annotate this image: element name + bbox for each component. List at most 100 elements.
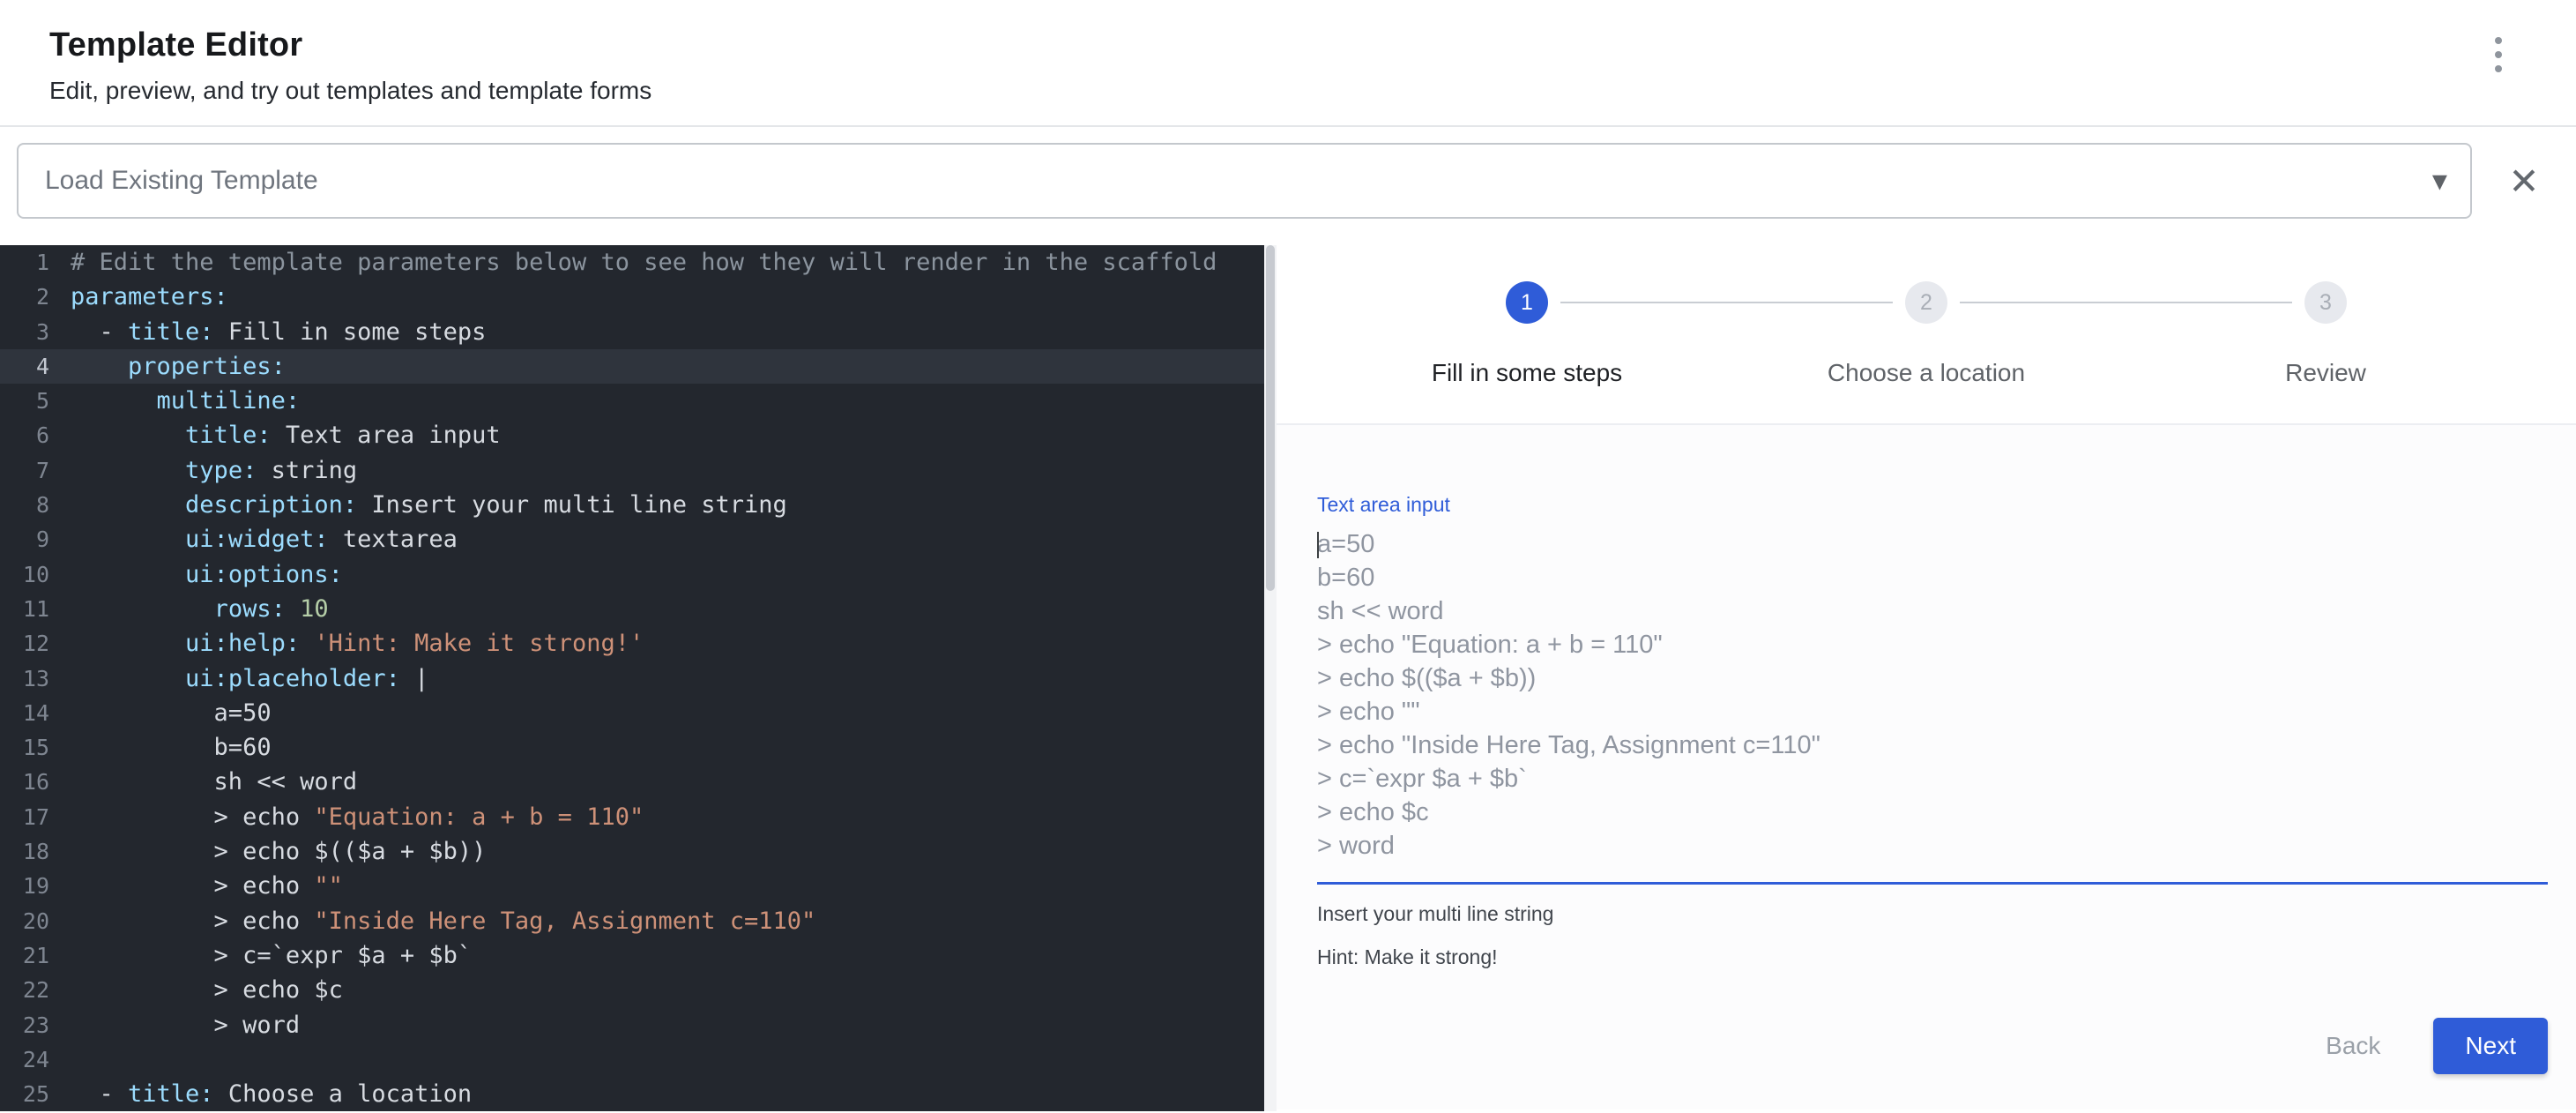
back-button[interactable]: Back xyxy=(2320,1031,2386,1061)
code-text: > echo "" xyxy=(49,869,343,903)
line-number: 19 xyxy=(0,869,49,903)
code-line[interactable]: 19 > echo "" xyxy=(0,869,1264,903)
clear-template-button[interactable]: ✕ xyxy=(2472,143,2576,219)
code-text: parameters: xyxy=(49,280,228,314)
code-text: ui:widget: textarea xyxy=(49,522,458,556)
step-label: Review xyxy=(2285,359,2366,387)
code-line[interactable]: 2parameters: xyxy=(0,280,1264,314)
code-line[interactable]: 15 b=60 xyxy=(0,730,1264,765)
line-number: 24 xyxy=(0,1042,49,1077)
step-connector xyxy=(1560,302,1893,303)
code-line[interactable]: 7 type: string xyxy=(0,453,1264,488)
line-number: 15 xyxy=(0,730,49,765)
code-editor[interactable]: 1# Edit the template parameters below to… xyxy=(0,245,1264,1111)
field-label: Text area input xyxy=(1317,493,2548,517)
next-button[interactable]: Next xyxy=(2433,1018,2548,1074)
code-text: a=50 xyxy=(49,696,272,730)
code-line[interactable]: 9 ui:widget: textarea xyxy=(0,522,1264,556)
code-text: ui:placeholder: | xyxy=(49,661,428,696)
code-line[interactable]: 17 > echo "Equation: a + b = 110" xyxy=(0,800,1264,834)
code-line[interactable]: 18 > echo $(($a + $b)) xyxy=(0,834,1264,869)
line-number: 11 xyxy=(0,592,49,626)
line-number: 2 xyxy=(0,280,49,314)
code-line[interactable]: 14 a=50 xyxy=(0,696,1264,730)
line-number: 23 xyxy=(0,1008,49,1042)
more-options-button[interactable] xyxy=(2470,26,2527,83)
code-line[interactable]: 8 description: Insert your multi line st… xyxy=(0,488,1264,522)
code-line[interactable]: 3 - title: Fill in some steps xyxy=(0,315,1264,349)
code-line[interactable]: 5 multiline: xyxy=(0,384,1264,418)
stepper-inner: 1Fill in some steps2Choose a location3Re… xyxy=(1421,281,2431,389)
code-line[interactable]: 4 properties: xyxy=(0,349,1264,384)
page-subtitle: Edit, preview, and try out templates and… xyxy=(49,77,2576,105)
code-text: properties: xyxy=(49,349,286,384)
code-line[interactable]: 12 ui:help: 'Hint: Make it strong!' xyxy=(0,626,1264,661)
step-indicator-2: 2 xyxy=(1905,281,1947,324)
step-label: Choose a location xyxy=(1828,359,2025,387)
code-line[interactable]: 21 > c=`expr $a + $b` xyxy=(0,938,1264,973)
placeholder-line: a=50 xyxy=(1317,527,2548,561)
code-text: sh << word xyxy=(49,765,357,799)
step-indicator-1: 1 xyxy=(1506,281,1548,324)
code-text xyxy=(49,1042,71,1077)
line-number: 8 xyxy=(0,488,49,522)
placeholder-line: > word xyxy=(1317,829,2548,863)
code-line[interactable]: 22 > echo $c xyxy=(0,973,1264,1007)
code-line[interactable]: 23 > word xyxy=(0,1008,1264,1042)
code-text: > echo $c xyxy=(49,973,343,1007)
editor-scrollbar[interactable] xyxy=(1264,245,1277,1111)
placeholder-line: > echo "" xyxy=(1317,695,2548,728)
code-text: ui:help: 'Hint: Make it strong!' xyxy=(49,626,644,661)
code-line[interactable]: 20 > echo "Inside Here Tag, Assignment c… xyxy=(0,904,1264,938)
placeholder-line: > c=`expr $a + $b` xyxy=(1317,762,2548,796)
code-line[interactable]: 11 rows: 10 xyxy=(0,592,1264,626)
kebab-menu-icon xyxy=(2495,37,2502,72)
code-text: > echo "Equation: a + b = 110" xyxy=(49,800,644,834)
code-text: rows: 10 xyxy=(49,592,329,626)
code-line[interactable]: 6 title: Text area input xyxy=(0,418,1264,452)
code-text: > c=`expr $a + $b` xyxy=(49,938,472,973)
placeholder-line: > echo "Inside Here Tag, Assignment c=11… xyxy=(1317,728,2548,762)
line-number: 5 xyxy=(0,384,49,418)
page-title: Template Editor xyxy=(49,26,2576,64)
code-line[interactable]: 24 xyxy=(0,1042,1264,1077)
line-number: 4 xyxy=(0,349,49,384)
load-template-placeholder: Load Existing Template xyxy=(45,166,318,196)
template-preview-panel: 1Fill in some steps2Choose a location3Re… xyxy=(1277,245,2576,1111)
code-text: > word xyxy=(49,1008,300,1042)
line-number: 17 xyxy=(0,800,49,834)
load-template-select[interactable]: Load Existing Template ▾ xyxy=(17,143,2472,219)
code-line[interactable]: 25 - title: Choose a location xyxy=(0,1077,1264,1111)
line-number: 18 xyxy=(0,834,49,869)
line-number: 16 xyxy=(0,765,49,799)
line-number: 10 xyxy=(0,557,49,592)
line-number: 14 xyxy=(0,696,49,730)
line-number: 7 xyxy=(0,453,49,488)
line-number: 25 xyxy=(0,1077,49,1111)
line-number: 22 xyxy=(0,973,49,1007)
multiline-textarea[interactable]: a=50b=60sh << word> echo "Equation: a + … xyxy=(1317,527,2548,885)
line-number: 9 xyxy=(0,522,49,556)
code-text: > echo $(($a + $b)) xyxy=(49,834,486,869)
form-area: Text area input a=50b=60sh << word> echo… xyxy=(1277,423,2576,1109)
step-label: Fill in some steps xyxy=(1432,359,1622,387)
line-number: 12 xyxy=(0,626,49,661)
placeholder-line: > echo $(($a + $b)) xyxy=(1317,661,2548,695)
line-number: 3 xyxy=(0,315,49,349)
code-text: - title: Fill in some steps xyxy=(49,315,486,349)
line-number: 20 xyxy=(0,904,49,938)
step-connector xyxy=(1960,302,2292,303)
code-line[interactable]: 13 ui:placeholder: | xyxy=(0,661,1264,696)
placeholder-line: > echo $c xyxy=(1317,796,2548,829)
code-text: > echo "Inside Here Tag, Assignment c=11… xyxy=(49,904,815,938)
code-line[interactable]: 1# Edit the template parameters below to… xyxy=(0,245,1264,280)
main-split: 1# Edit the template parameters below to… xyxy=(0,245,2576,1111)
code-text: type: string xyxy=(49,453,357,488)
scrollbar-thumb[interactable] xyxy=(1266,245,1275,591)
code-text: description: Insert your multi line stri… xyxy=(49,488,787,522)
code-line[interactable]: 16 sh << word xyxy=(0,765,1264,799)
app-header: Template Editor Edit, preview, and try o… xyxy=(0,0,2576,127)
chevron-down-icon: ▾ xyxy=(2432,166,2447,196)
line-number: 6 xyxy=(0,418,49,452)
code-line[interactable]: 10 ui:options: xyxy=(0,557,1264,592)
